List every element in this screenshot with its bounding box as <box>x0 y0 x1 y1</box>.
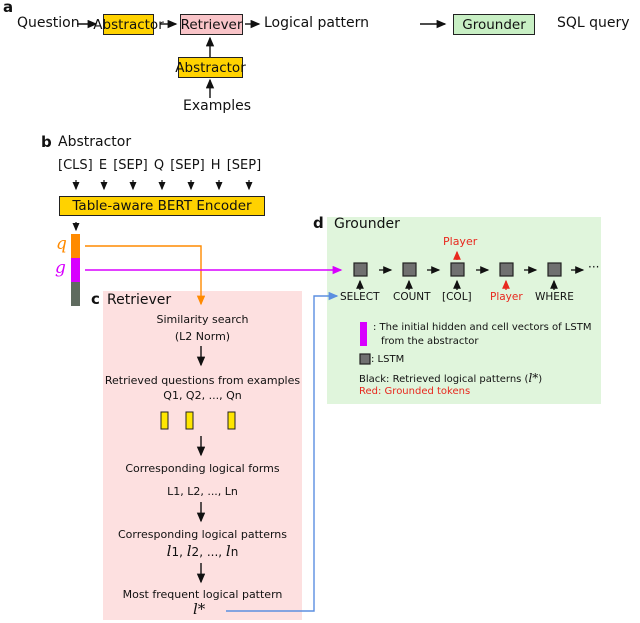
question-bar-2 <box>185 411 194 430</box>
vector-q-label: q <box>56 234 67 254</box>
token: [CLS] <box>58 158 93 173</box>
pattern-ellipsis: ..., <box>206 545 223 559</box>
vector-rest-segment <box>71 282 80 306</box>
similarity-search-label: Similarity search <box>156 313 249 326</box>
examples-label: Examples <box>183 98 252 114</box>
vector-q-segment <box>71 234 80 258</box>
question-bar-n <box>227 411 236 430</box>
abstractor-title: Abstractor <box>58 134 132 150</box>
panel-letter-c: c <box>91 290 100 308</box>
pattern-index: 1 <box>171 545 180 559</box>
input-question-label: Question <box>17 15 80 31</box>
token: E <box>98 158 108 173</box>
logical-pattern-label: Logical pattern <box>264 15 369 31</box>
connector-layer <box>71 19 585 612</box>
logical-forms-label: Corresponding logical forms <box>125 462 280 475</box>
grounder-box-label: Grounder <box>462 16 526 33</box>
token: H <box>210 158 221 173</box>
lstar-connector <box>226 291 339 612</box>
legend-hidden-line2: from the abstractor <box>381 336 479 347</box>
logical-forms-list: L1, L2, ..., Ln <box>167 485 238 498</box>
lstm-chain <box>353 250 585 290</box>
pattern-index: n <box>230 545 239 559</box>
examples-abstractor-label: Abstractor <box>175 59 246 76</box>
question-bar-1 <box>160 411 169 430</box>
retriever-title: Retriever <box>107 292 172 308</box>
legend-black-text: Black: Retrieved logical patterns ( <box>359 374 529 385</box>
grounder-title: Grounder <box>334 216 400 232</box>
lstm-cell-4 <box>499 262 514 277</box>
legend-black-close: ) <box>538 374 543 385</box>
input-token-select: SELECT <box>340 291 380 303</box>
grounder-box: Grounder <box>453 14 535 35</box>
panel-letter-b: b <box>41 133 52 151</box>
panel-letter-a: a <box>3 0 14 16</box>
retrieved-questions-list: Q1, Q2, ..., Qn <box>163 389 242 402</box>
token: [SEP] <box>170 158 205 173</box>
logical-patterns-label: Corresponding logical patterns <box>117 528 287 541</box>
lstm-cell-3 <box>450 262 465 277</box>
vector-g-segment <box>71 258 80 282</box>
token: Q <box>153 158 165 173</box>
examples-abstractor-box: Abstractor <box>175 57 246 78</box>
input-token-count: COUNT <box>393 291 431 303</box>
legend-black-label: Black: Retrieved logical patterns (l*) <box>359 371 542 385</box>
lstm-cell-2 <box>402 262 417 277</box>
input-token-where: WHERE <box>535 291 574 303</box>
panel-letter-d: d <box>313 214 324 232</box>
legend-hidden-swatch <box>360 322 367 346</box>
bert-encoder-box: Table-aware BERT Encoder <box>59 196 265 216</box>
retrieved-questions-label: Retrieved questions from examples <box>104 374 301 387</box>
lstm-cell-5 <box>547 262 562 277</box>
abstractor-box-label: Abstractor <box>93 16 164 33</box>
token: [SEP] <box>113 158 148 173</box>
token-row: [CLS] E [SEP] Q [SEP] H [SEP] <box>58 158 261 173</box>
pattern-index: 2 <box>191 545 200 559</box>
sql-query-label: SQL query <box>557 15 630 31</box>
input-token-player: Player <box>490 291 523 303</box>
legend-lstm-label: : LSTM <box>371 354 405 365</box>
most-frequent-symbol: l* <box>193 600 206 618</box>
grounded-output-player: Player <box>443 235 478 248</box>
legend-red-label: Red: Grounded tokens <box>359 386 471 397</box>
legend-black-symbol: l* <box>528 371 539 385</box>
l2-norm-label: (L2 Norm) <box>174 330 231 343</box>
bert-encoder-label: Table-aware BERT Encoder <box>72 198 252 214</box>
input-token-col: [COL] <box>442 291 472 303</box>
chain-ellipsis: ··· <box>588 260 600 274</box>
retriever-box-label: Retriever <box>180 16 243 33</box>
retriever-box: Retriever <box>180 14 243 35</box>
abstractor-box: Abstractor <box>93 14 164 35</box>
lstm-cell-1 <box>353 262 368 277</box>
token: [SEP] <box>226 158 262 173</box>
logical-patterns-list: l1, l2, ..., ln <box>166 542 239 560</box>
legend-hidden-line1: : The initial hidden and cell vectors of… <box>373 322 592 333</box>
legend-lstm-swatch <box>359 353 371 365</box>
vector-g-label: g <box>55 258 66 278</box>
